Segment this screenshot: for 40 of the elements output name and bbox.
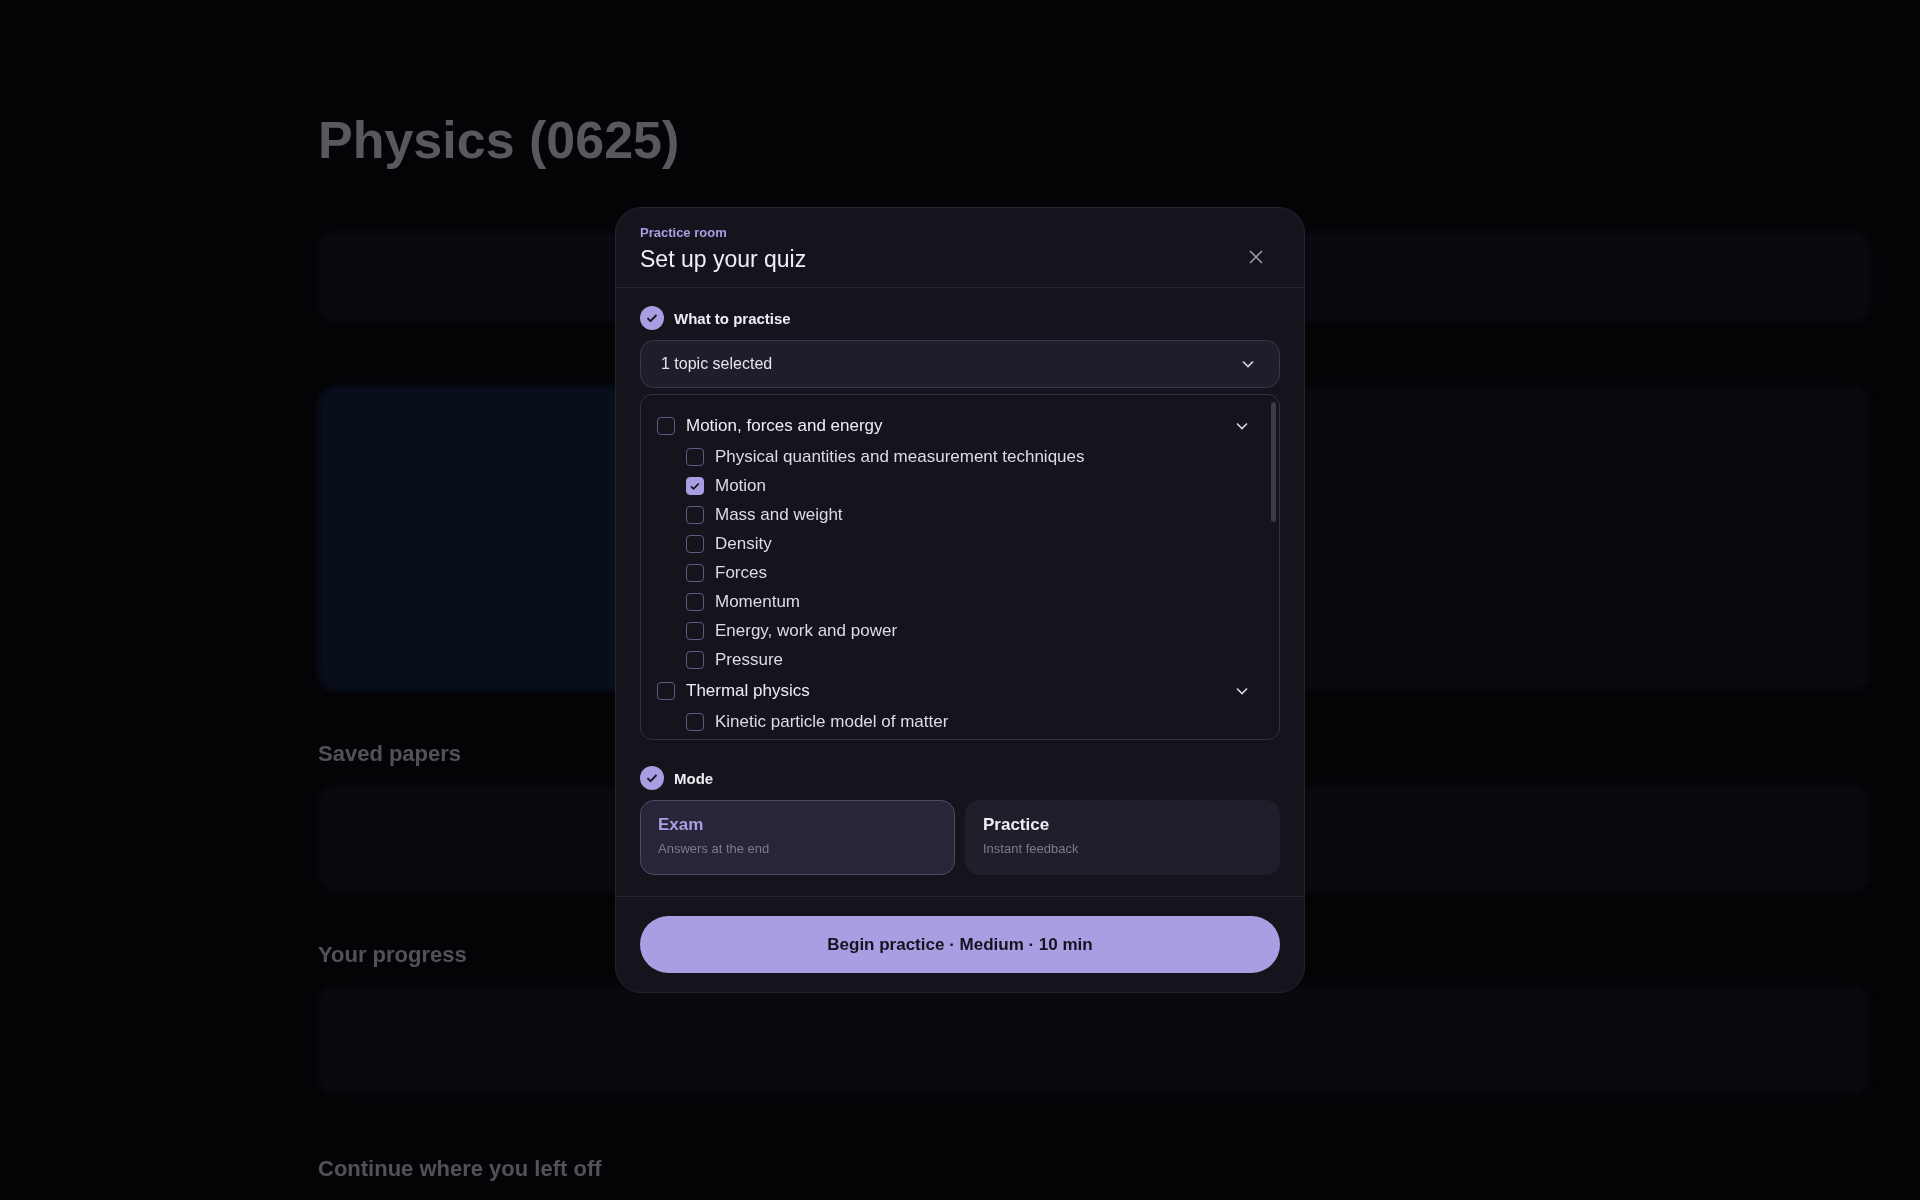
section-heading: Your progress [318,942,467,969]
topic-row[interactable]: Pressure [657,645,1255,674]
topic-row[interactable]: Energy, work and power [657,616,1255,645]
checkbox[interactable] [686,447,704,466]
mode-option[interactable]: Exam Answers at the end [640,800,955,875]
scrollbar[interactable] [1271,402,1276,522]
topic-row[interactable]: Forces [657,558,1255,587]
page-title: Physics (0625) [318,110,680,170]
checkbox[interactable] [686,592,704,611]
begin-practice-button[interactable]: Begin practice · Medium · 10 min [640,916,1280,973]
checkbox[interactable] [686,505,704,524]
topic-group-row[interactable]: Thermal physics [657,676,1255,705]
topic-group-row[interactable]: Motion, forces and energy [657,411,1255,440]
checkbox[interactable] [686,476,704,495]
dialog-eyebrow: Practice room [640,225,728,240]
checkbox[interactable] [686,650,704,669]
mode-description: Instant feedback [983,841,1080,856]
section-heading: Continue where you left off [318,1156,602,1182]
mode-description: Answers at the end [658,841,771,856]
dialog-title: Set up your quiz [640,246,807,273]
topic-row[interactable]: Momentum [657,587,1255,616]
checkbox[interactable] [686,563,704,582]
mode-option[interactable]: Practice Instant feedback [965,800,1280,875]
topic-row[interactable]: Mass and weight [657,500,1255,529]
checkbox[interactable] [686,621,704,640]
mode-title: Practice [983,815,1051,835]
topic-row[interactable]: Motion [657,471,1255,500]
checkbox[interactable] [657,681,675,700]
checkbox[interactable] [686,712,704,731]
mode-title: Exam [658,815,705,835]
step-label: What to practise [674,309,791,327]
topic-row[interactable]: Physical quantities and measurement techniques [657,442,1255,471]
topic-row[interactable]: Density [657,529,1255,558]
close-icon[interactable] [1248,249,1264,265]
section-heading: Saved papers [318,740,462,767]
step-label: Mode [674,769,714,787]
checkbox[interactable] [686,534,704,553]
checkbox[interactable] [657,416,675,435]
topic-dropdown[interactable]: 1 topic selected [640,340,1280,388]
topic-row[interactable]: Kinetic particle model of matter [657,707,1255,736]
